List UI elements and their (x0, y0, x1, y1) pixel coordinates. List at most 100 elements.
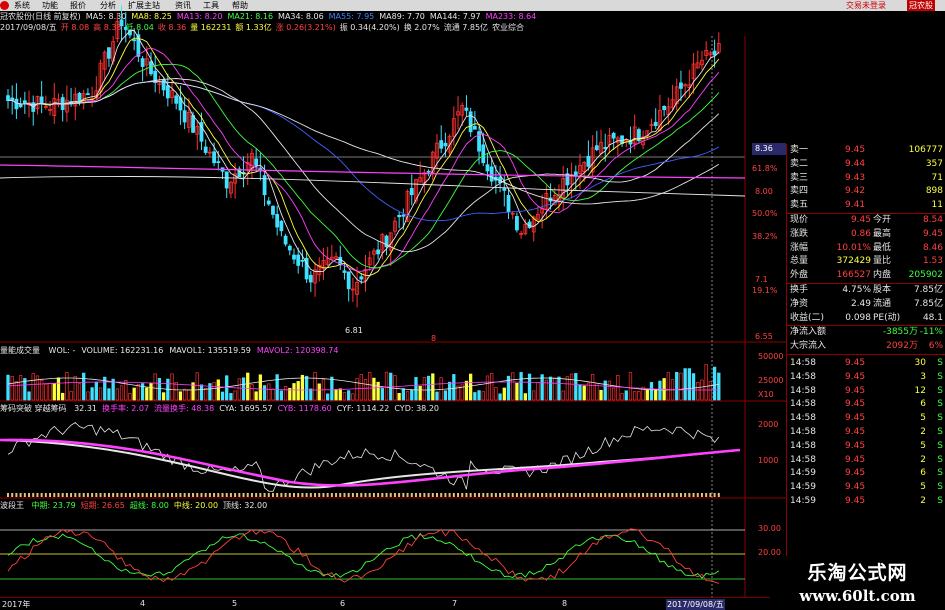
volume-bar (229, 393, 233, 401)
candle-body (266, 200, 271, 205)
chip-tick (213, 493, 216, 497)
volume-bar (485, 375, 490, 401)
volume-bar (14, 381, 19, 401)
swingfields-field-4: 顶线: 32.00 (223, 501, 268, 510)
candle-body (292, 254, 296, 260)
chip-tick (124, 493, 127, 497)
candle-body (308, 274, 313, 283)
volume-bar (481, 391, 485, 401)
chip-tick (40, 493, 43, 497)
candle-body (283, 235, 288, 245)
stat-row: 总量 372429 量比 1.53 (787, 255, 945, 269)
chip-tick (608, 493, 611, 497)
volume-bar (498, 393, 502, 401)
chip-tick (78, 493, 81, 497)
tick-time: 14:58 (790, 440, 816, 451)
tick-row: 14:59 9.45 6 S (787, 467, 945, 481)
chip-tick (141, 493, 144, 497)
ask-price: 9.42 (845, 186, 866, 197)
chip-tick (541, 493, 544, 497)
candle-body (224, 171, 229, 189)
candle-body (409, 188, 414, 196)
volume-bar (136, 383, 141, 401)
chip-tick (19, 493, 22, 497)
stat-label: 涨幅 (790, 242, 809, 253)
volume-bar (355, 378, 359, 401)
ask-price: 9.43 (845, 172, 866, 183)
tick-row: 14:58 9.45 2 S (787, 426, 945, 440)
volume-bar (557, 376, 561, 401)
volume-bar (683, 368, 687, 401)
chip-tick (326, 493, 329, 497)
chip-tick (49, 493, 52, 497)
chip-tick (402, 493, 405, 497)
volume-bar (666, 372, 670, 401)
candle-body (39, 96, 44, 103)
chip-tick (503, 493, 506, 497)
chip-tick (423, 493, 426, 497)
volume-bar (10, 376, 14, 401)
chip-tick (175, 493, 178, 497)
chip-tick (343, 493, 346, 497)
stat-row: 外盘 166527 内盘 205902 (787, 269, 945, 283)
tick-row: 14:58 9.45 2 S (787, 454, 945, 468)
candle-body (254, 158, 259, 166)
candle-body (359, 276, 364, 280)
chip-tick (536, 493, 539, 497)
trade-login-link[interactable]: 交易未登录 (846, 0, 886, 11)
chip-tick (250, 493, 253, 497)
chip-tick (621, 493, 624, 497)
stat-label: 总量 (790, 256, 809, 267)
volume-bar (347, 390, 351, 401)
chip-tick (32, 493, 35, 497)
volume-bar (56, 377, 61, 401)
stat-value: 9.45 (850, 215, 871, 225)
quote-divider (787, 354, 945, 355)
volume-bar (506, 375, 511, 401)
volfields-field-2: MAVOL1: 135519.59 (169, 346, 251, 355)
candle-body (439, 140, 444, 149)
chart-area[interactable] (0, 0, 786, 609)
chip-tick (440, 493, 443, 497)
chip-tick (473, 493, 476, 497)
candle-body (426, 170, 431, 173)
candle-body (86, 93, 90, 96)
volume-bar (31, 373, 35, 401)
chip-tick (520, 493, 523, 497)
volume-bar (271, 388, 275, 401)
chip-tick (86, 493, 89, 497)
volume-bar (372, 377, 376, 401)
tick-side: S (937, 496, 943, 506)
volume-bar (494, 387, 498, 401)
stock-tag[interactable]: 冠农股 (907, 0, 935, 11)
candle-body (481, 144, 486, 164)
axis-fib-50: 50.0% (752, 209, 778, 218)
tick-side: S (937, 482, 943, 493)
tick-volume: 2 (920, 454, 926, 465)
chip-tick (713, 493, 716, 497)
stat-value: 205902 (908, 270, 943, 281)
stat-label: 外盘 (790, 270, 809, 281)
chip-tick (637, 493, 640, 497)
volume-bar (569, 373, 574, 401)
stat-row: 涨幅 10.01% 最低 8.46 (787, 242, 945, 256)
chip-tick (196, 493, 199, 497)
candle-body (662, 105, 667, 111)
tick-side: S (937, 468, 943, 479)
chip-tick (457, 493, 460, 497)
chip-tick (600, 493, 603, 497)
chip-tick (128, 493, 131, 497)
candle-body (165, 85, 170, 99)
candle-body (10, 97, 15, 101)
volume-bar (145, 387, 149, 401)
chip-tick (74, 493, 77, 497)
x-axis-month-5: 5 (232, 599, 238, 608)
flow-row: 大宗流入 2092万 6% (787, 340, 945, 354)
chip-tick (238, 493, 241, 497)
tick-price: 9.45 (845, 440, 866, 451)
volume-bar (628, 372, 633, 401)
chip-tick (314, 493, 317, 497)
stat-value: 48.1 (922, 312, 943, 323)
chip-tick (528, 493, 531, 497)
chip-tick (629, 493, 632, 497)
